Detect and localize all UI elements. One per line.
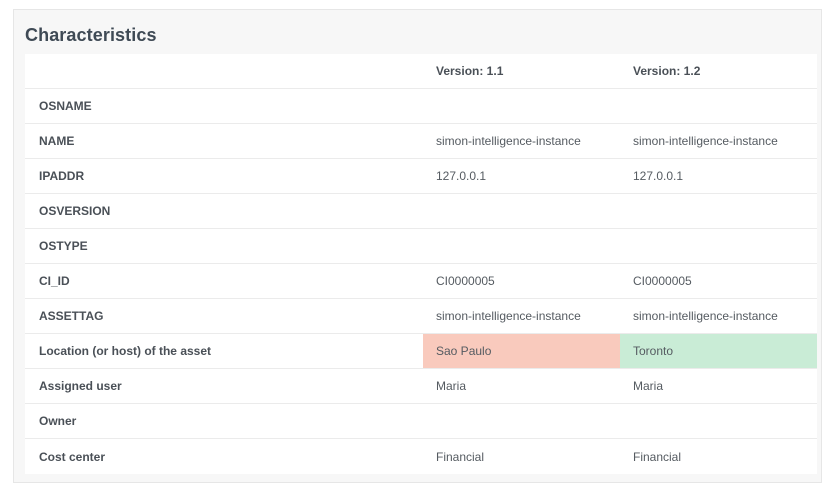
value-version-1-1 — [423, 229, 620, 263]
header-attribute-cell — [25, 54, 423, 88]
attribute-label: OSNAME — [39, 99, 92, 113]
table-row-ostype: OSTYPE — [25, 229, 817, 264]
value-version-1-1: CI0000005 — [436, 274, 495, 288]
attribute-label: CI_ID — [39, 274, 70, 288]
table-row-assettag: ASSETTAG simon-intelligence-instance sim… — [25, 299, 817, 334]
value-version-1-2 — [620, 89, 817, 123]
value-version-1-1: simon-intelligence-instance — [436, 309, 581, 323]
table-row-name: NAME simon-intelligence-instance simon-i… — [25, 124, 817, 159]
value-version-1-1: 127.0.0.1 — [436, 169, 487, 183]
attribute-label: Assigned user — [39, 379, 122, 393]
value-version-1-2: CI0000005 — [633, 274, 692, 288]
value-version-1-1: Maria — [436, 379, 467, 393]
value-version-1-2: simon-intelligence-instance — [633, 309, 778, 323]
attribute-label: OSVERSION — [39, 204, 111, 218]
comparison-table: Version: 1.1 Version: 1.2 OSNAME NAME si… — [25, 54, 817, 474]
value-version-1-2: Financial — [633, 449, 682, 464]
table-row-osversion: OSVERSION — [25, 194, 817, 229]
value-version-1-1 — [423, 404, 620, 438]
value-version-1-2-changed: Toronto — [620, 334, 817, 368]
table-row-osname: OSNAME — [25, 89, 817, 124]
table-row-ci-id: CI_ID CI0000005 CI0000005 — [25, 264, 817, 299]
table-row-owner: Owner — [25, 404, 817, 439]
header-version-1-2: Version: 1.2 — [633, 64, 701, 78]
value-version-1-1: simon-intelligence-instance — [436, 134, 581, 148]
table-row-cost-center: Cost center Financial Financial — [25, 439, 817, 474]
table-header-row: Version: 1.1 Version: 1.2 — [25, 54, 817, 89]
attribute-label: Owner — [39, 414, 77, 428]
value-version-1-1 — [423, 89, 620, 123]
attribute-label: IPADDR — [39, 169, 85, 183]
table-row-assigned-user: Assigned user Maria Maria — [25, 369, 817, 404]
attribute-label: Location (or host) of the asset — [39, 344, 212, 358]
value-version-1-1: Financial — [436, 449, 485, 464]
value-version-1-2 — [620, 404, 817, 438]
attribute-label: Cost center — [39, 449, 106, 464]
attribute-label: NAME — [39, 134, 75, 148]
attribute-label: OSTYPE — [39, 239, 88, 253]
value-version-1-2 — [620, 194, 817, 228]
value-version-1-1-changed: Sao Paulo — [423, 334, 620, 368]
value-version-1-2: simon-intelligence-instance — [633, 134, 778, 148]
value-version-1-2: Maria — [633, 379, 664, 393]
value-version-1-2 — [620, 229, 817, 263]
table-row-ipaddr: IPADDR 127.0.0.1 127.0.0.1 — [25, 159, 817, 194]
table-row-location: Location (or host) of the asset Sao Paul… — [25, 334, 817, 369]
panel-title: Characteristics — [25, 25, 157, 45]
value-version-1-2: 127.0.0.1 — [633, 169, 684, 183]
value-version-1-1 — [423, 194, 620, 228]
characteristics-panel: Characteristics Version: 1.1 Version: 1.… — [13, 9, 822, 483]
header-version-1-1: Version: 1.1 — [436, 64, 504, 78]
attribute-label: ASSETTAG — [39, 309, 104, 323]
